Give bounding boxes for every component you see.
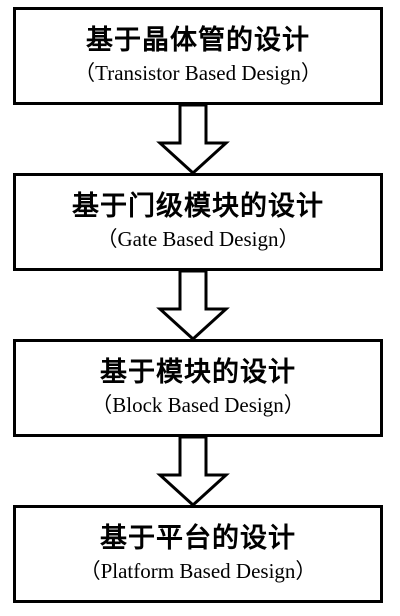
stage-title: 基于模块的设计 [100, 357, 296, 388]
stage-box-transistor: 基于晶体管的设计 （Transistor Based Design） [13, 7, 383, 105]
stage-title: 基于晶体管的设计 [86, 25, 310, 56]
design-evolution-flowchart: 基于晶体管的设计 （Transistor Based Design） 基于门级模… [0, 0, 400, 616]
stage-title: 基于门级模块的设计 [72, 191, 324, 222]
stage-subtitle: （Transistor Based Design） [74, 61, 322, 85]
down-arrow-icon [156, 271, 230, 341]
stage-title: 基于平台的设计 [100, 523, 296, 554]
stage-box-platform: 基于平台的设计 （Platform Based Design） [13, 505, 383, 603]
down-arrow-icon [156, 105, 230, 175]
stage-box-gate: 基于门级模块的设计 （Gate Based Design） [13, 173, 383, 271]
stage-subtitle: （Platform Based Design） [79, 559, 317, 583]
stage-box-block: 基于模块的设计 （Block Based Design） [13, 339, 383, 437]
stage-subtitle: （Block Based Design） [91, 393, 305, 417]
stage-subtitle: （Gate Based Design） [96, 227, 300, 251]
down-arrow-icon [156, 437, 230, 507]
